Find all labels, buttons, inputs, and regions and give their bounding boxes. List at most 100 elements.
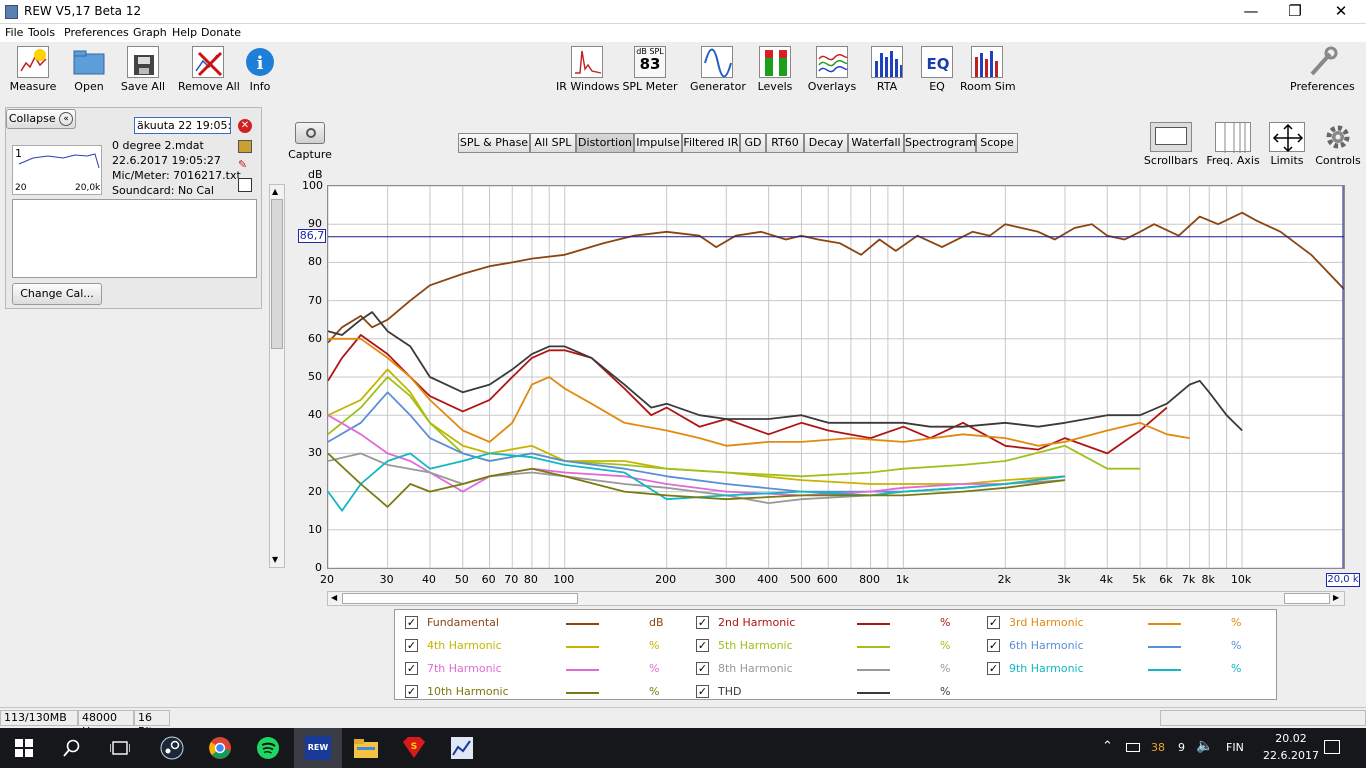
tab-scope[interactable]: Scope — [976, 133, 1018, 153]
clock-date[interactable]: 22.6.2017 — [1256, 749, 1326, 762]
x-tick-label: 5k — [1132, 573, 1146, 586]
distortion-graph[interactable] — [327, 185, 1345, 569]
scrollbars-button[interactable]: Scrollbars — [1142, 118, 1200, 176]
legend-checkbox-2nd-harmonic[interactable]: ✓ — [696, 616, 709, 629]
measurement-thumbnail[interactable]: 1 20 20,0k — [12, 145, 102, 195]
measure-button[interactable]: Measure — [8, 42, 58, 100]
menu-donate[interactable]: Donate — [201, 26, 241, 39]
collapse-button[interactable]: Collapse « — [6, 109, 76, 129]
legend-name: 2nd Harmonic — [718, 616, 796, 629]
notes-icon[interactable] — [238, 178, 252, 192]
menu-graph[interactable]: Graph — [133, 26, 167, 39]
spl-meter-button[interactable]: dB SPL 83 SPL Meter — [622, 42, 678, 100]
notes-area[interactable] — [12, 199, 257, 278]
tab-waterfall[interactable]: Waterfall — [848, 133, 904, 153]
measurement-date-field[interactable]: äkuuta 22 19:05:27 — [134, 117, 231, 134]
horizontal-scroll-thumb[interactable] — [342, 593, 578, 604]
legend-name: 8th Harmonic — [718, 662, 793, 675]
menu-preferences[interactable]: Preferences — [64, 26, 129, 39]
legend-checkbox-fundamental[interactable]: ✓ — [405, 616, 418, 629]
open-button[interactable]: Open — [64, 42, 114, 100]
remove-measurement-icon[interactable]: ✕ — [238, 119, 252, 133]
language-indicator[interactable]: FIN — [1226, 741, 1244, 754]
menu-file[interactable]: File — [5, 26, 23, 39]
change-cal-button[interactable]: Change Cal... — [12, 283, 102, 305]
horizontal-scrollbar[interactable]: ◀ ▶ — [327, 591, 1345, 606]
app-icon[interactable] — [438, 728, 486, 768]
close-button[interactable]: ✕ — [1318, 0, 1364, 24]
tab-impulse[interactable]: Impulse — [634, 133, 682, 153]
tab-distortion[interactable]: Distortion — [576, 133, 634, 153]
legend-row: ✓ 4th Harmonic% — [405, 636, 675, 656]
legend-checkbox-6th-harmonic[interactable]: ✓ — [987, 639, 1000, 652]
file-explorer-icon[interactable] — [342, 728, 390, 768]
clock-time[interactable]: 20.02 — [1268, 732, 1314, 745]
search-icon[interactable] — [48, 728, 96, 768]
room-sim-button[interactable]: Room Sim — [960, 42, 1016, 100]
tab-spectrogram[interactable]: Spectrogram — [904, 133, 976, 153]
levels-button[interactable]: Levels — [752, 42, 798, 100]
tray-chevron-up-icon[interactable]: ⌃ — [1102, 739, 1113, 754]
tab-gd[interactable]: GD — [740, 133, 766, 153]
capture-button[interactable]: Capture — [288, 122, 332, 161]
legend-line-swatch — [1148, 646, 1181, 648]
measurement-date: 22.6.2017 19:05:27 — [112, 154, 221, 167]
superman-icon[interactable]: S — [390, 728, 438, 768]
battery-icon[interactable] — [1126, 743, 1140, 752]
info-button[interactable]: i Info — [242, 42, 278, 100]
legend-line-swatch — [566, 623, 599, 625]
steam-icon[interactable] — [148, 728, 196, 768]
action-center-icon[interactable] — [1324, 740, 1340, 754]
menu-help[interactable]: Help — [172, 26, 197, 39]
overlays-button[interactable]: Overlays — [806, 42, 858, 100]
controls-button[interactable]: Controls — [1314, 118, 1362, 176]
preferences-button[interactable]: Preferences — [1290, 42, 1355, 100]
legend-row: ✓ 8th Harmonic% — [696, 659, 966, 679]
distortion-graph-svg[interactable] — [327, 185, 1345, 569]
legend-checkbox-9th-harmonic[interactable]: ✓ — [987, 662, 1000, 675]
legend-checkbox-7th-harmonic[interactable]: ✓ — [405, 662, 418, 675]
cursor-y-readout: 86,7 — [298, 229, 326, 243]
spotify-icon[interactable] — [244, 728, 292, 768]
tab-spl-phase[interactable]: SPL & Phase — [458, 133, 530, 153]
tab-rt60[interactable]: RT60 — [766, 133, 804, 153]
chrome-icon[interactable] — [196, 728, 244, 768]
tab-filtered-ir[interactable]: Filtered IR — [682, 133, 740, 153]
horizontal-scroll-end — [1284, 593, 1330, 604]
legend-unit: % — [940, 685, 951, 698]
scroll-up-icon[interactable]: ▲ — [272, 187, 278, 196]
tab-all-spl[interactable]: All SPL — [530, 133, 576, 153]
color-picker-icon[interactable] — [238, 140, 252, 153]
rew-icon[interactable]: REW — [294, 728, 342, 768]
freq-axis-button[interactable]: Freq. Axis — [1204, 118, 1262, 176]
windows-start-icon[interactable] — [0, 728, 48, 768]
pen-icon[interactable]: ✎ — [238, 159, 252, 172]
vertical-scrollbar[interactable]: ▲ ▼ — [269, 184, 285, 568]
limits-button[interactable]: Limits — [1264, 118, 1310, 176]
vertical-scroll-thumb[interactable] — [271, 199, 283, 349]
generator-button[interactable]: Generator — [690, 42, 746, 100]
minimize-button[interactable]: — — [1228, 0, 1274, 24]
scroll-down-icon[interactable]: ▼ — [272, 555, 278, 564]
rta-button[interactable]: RTA — [868, 42, 906, 100]
ir-windows-button[interactable]: IR Windows — [556, 42, 620, 100]
legend-checkbox-10th-harmonic[interactable]: ✓ — [405, 685, 418, 698]
legend-checkbox-8th-harmonic[interactable]: ✓ — [696, 662, 709, 675]
legend-checkbox-5th-harmonic[interactable]: ✓ — [696, 639, 709, 652]
legend-unit: % — [1231, 616, 1242, 629]
save-all-button[interactable]: Save All — [118, 42, 168, 100]
scroll-left-icon[interactable]: ◀ — [331, 593, 337, 602]
menu-tools[interactable]: Tools — [28, 26, 55, 39]
maximize-button[interactable]: ❐ — [1272, 0, 1318, 24]
legend-checkbox-4th-harmonic[interactable]: ✓ — [405, 639, 418, 652]
legend-checkbox-3rd-harmonic[interactable]: ✓ — [987, 616, 1000, 629]
task-view-icon[interactable] — [96, 728, 144, 768]
legend-checkbox-thd[interactable]: ✓ — [696, 685, 709, 698]
volume-icon[interactable]: 🔈 — [1196, 738, 1213, 754]
x-tick-label: 10k — [1230, 573, 1252, 586]
eq-button[interactable]: EQ EQ — [918, 42, 956, 100]
y-tick-label: 50 — [308, 370, 322, 383]
tab-decay[interactable]: Decay — [804, 133, 848, 153]
remove-all-button[interactable]: Remove All — [178, 42, 240, 100]
scroll-right-icon[interactable]: ▶ — [1333, 593, 1339, 602]
